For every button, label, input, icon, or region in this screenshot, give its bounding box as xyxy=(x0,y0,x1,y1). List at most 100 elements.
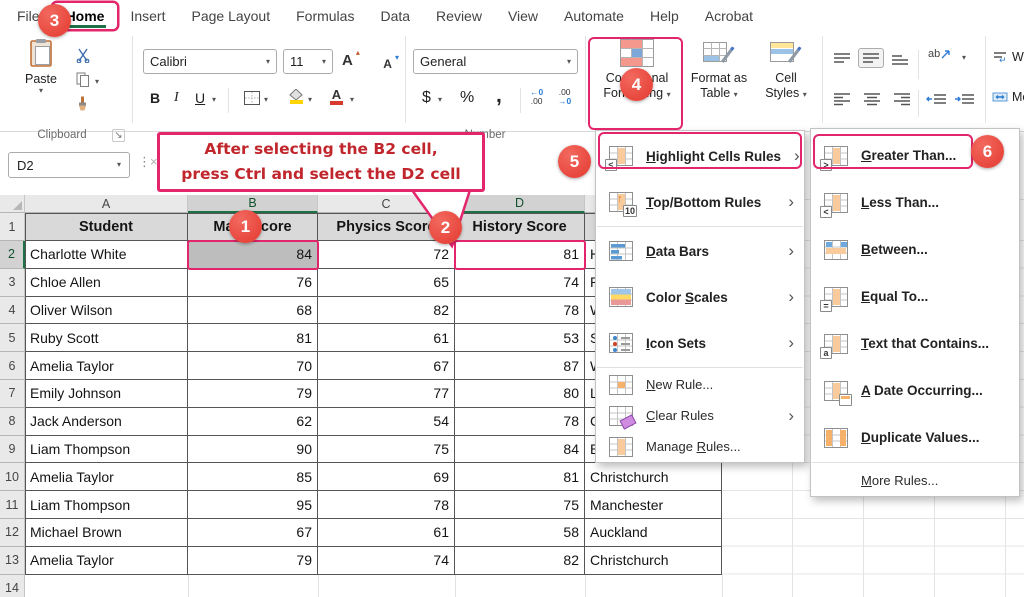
cell-D11[interactable]: 75 xyxy=(455,491,585,519)
row-header-8[interactable]: 8 xyxy=(0,408,25,436)
chevron-down-icon[interactable]: ▾ xyxy=(264,96,268,104)
tab-insert[interactable]: Insert xyxy=(117,3,178,29)
cell-D10[interactable]: 81 xyxy=(455,463,585,491)
font-name-select[interactable]: Calibri ▾ xyxy=(143,49,277,74)
cell-E10[interactable]: Christchurch xyxy=(585,463,722,491)
row-header-3[interactable]: 3 xyxy=(0,269,25,297)
menu-item-color-scales[interactable]: Color Scales› xyxy=(596,274,804,320)
format-painter-icon[interactable] xyxy=(76,96,89,112)
cell-A11[interactable]: Liam Thompson xyxy=(25,491,188,519)
middle-align-button[interactable] xyxy=(858,48,884,68)
cell-A7[interactable]: Emily Johnson xyxy=(25,380,188,408)
cell-D8[interactable]: 78 xyxy=(455,408,585,436)
grow-font-button[interactable]: A▴ xyxy=(342,52,353,69)
cell-C5[interactable]: 61 xyxy=(318,324,455,352)
row-header-1[interactable]: 1 xyxy=(0,213,25,241)
cell-A8[interactable]: Jack Anderson xyxy=(25,408,188,436)
copy-icon[interactable] xyxy=(76,72,90,88)
menu-item-icon-sets[interactable]: Icon Sets› xyxy=(596,320,804,366)
cell-C8[interactable]: 54 xyxy=(318,408,455,436)
format-as-table-button[interactable]: Format as Table ▾ xyxy=(686,39,752,101)
menu-item-a-date-occurring[interactable]: A Date Occurring... xyxy=(811,367,1019,414)
decrease-indent-button[interactable] xyxy=(926,93,948,105)
select-all-button[interactable] xyxy=(0,195,25,213)
shrink-font-button[interactable]: A▾ xyxy=(383,57,392,71)
menu-item-more-rules[interactable]: More Rules... xyxy=(811,464,1019,496)
tab-help[interactable]: Help xyxy=(637,3,692,29)
clipboard-dialog-launcher-icon[interactable]: ↘ xyxy=(112,129,125,142)
cell-C7[interactable]: 77 xyxy=(318,380,455,408)
cell-D5[interactable]: 53 xyxy=(455,324,585,352)
cell-A6[interactable]: Amelia Taylor xyxy=(25,352,188,380)
font-color-button[interactable]: A xyxy=(330,88,343,105)
row-header-7[interactable]: 7 xyxy=(0,380,25,408)
cell-E12[interactable]: Auckland xyxy=(585,519,722,547)
menu-item-new-rule[interactable]: New Rule... xyxy=(596,369,804,400)
cell-B13[interactable]: 79 xyxy=(188,547,318,575)
row-header-2[interactable]: 2 xyxy=(0,241,25,269)
cell-C6[interactable]: 67 xyxy=(318,352,455,380)
row-header-5[interactable]: 5 xyxy=(0,324,25,352)
cell-C9[interactable]: 75 xyxy=(318,436,455,464)
top-align-button[interactable] xyxy=(832,52,852,66)
increase-indent-button[interactable] xyxy=(954,93,976,105)
menu-item-data-bars[interactable]: Data Bars› xyxy=(596,228,804,274)
cell-E11[interactable]: Manchester xyxy=(585,491,722,519)
cell-A12[interactable]: Michael Brown xyxy=(25,519,188,547)
menu-item-highlight-cells-rules[interactable]: ≤Highlight Cells Rules› xyxy=(596,133,804,179)
name-box[interactable]: D2 ▾ xyxy=(8,152,130,178)
cell-D6[interactable]: 87 xyxy=(455,352,585,380)
underline-button[interactable]: U xyxy=(195,90,205,106)
row-header-13[interactable]: 13 xyxy=(0,547,25,575)
cell-C13[interactable]: 74 xyxy=(318,547,455,575)
cell-C12[interactable]: 61 xyxy=(318,519,455,547)
borders-button[interactable] xyxy=(244,91,260,105)
tab-data[interactable]: Data xyxy=(367,3,423,29)
cell-A9[interactable]: Liam Thompson xyxy=(25,436,188,464)
number-format-select[interactable]: General ▾ xyxy=(413,49,578,74)
row-header-12[interactable]: 12 xyxy=(0,519,25,547)
tab-automate[interactable]: Automate xyxy=(551,3,637,29)
row-header-11[interactable]: 11 xyxy=(0,491,25,519)
cell-C10[interactable]: 69 xyxy=(318,463,455,491)
fill-color-button[interactable] xyxy=(288,89,304,104)
menu-item-less-than[interactable]: <Less Than... xyxy=(811,179,1019,226)
cell-A3[interactable]: Chloe Allen xyxy=(25,269,188,297)
menu-item-text-that-contains[interactable]: aText that Contains... xyxy=(811,320,1019,367)
cell-B7[interactable]: 79 xyxy=(188,380,318,408)
row-header-6[interactable]: 6 xyxy=(0,352,25,380)
cell-D13[interactable]: 82 xyxy=(455,547,585,575)
cell-D9[interactable]: 84 xyxy=(455,436,585,464)
cell-D7[interactable]: 80 xyxy=(455,380,585,408)
font-size-select[interactable]: 11 ▾ xyxy=(283,49,333,74)
tab-view[interactable]: View xyxy=(495,3,551,29)
cell-B3[interactable]: 76 xyxy=(188,269,318,297)
increase-decimal-button[interactable]: ←0 .00 xyxy=(530,88,543,105)
chevron-down-icon[interactable]: ▾ xyxy=(962,54,966,62)
cell-B4[interactable]: 68 xyxy=(188,297,318,325)
cell-B8[interactable]: 62 xyxy=(188,408,318,436)
tab-formulas[interactable]: Formulas xyxy=(283,3,367,29)
italic-button[interactable]: I xyxy=(174,90,179,106)
wrap-text-button[interactable]: ↵ Wra xyxy=(992,50,1024,64)
tab-review[interactable]: Review xyxy=(423,3,495,29)
cell-B10[interactable]: 85 xyxy=(188,463,318,491)
bottom-align-button[interactable] xyxy=(890,52,910,66)
column-header-A[interactable]: A xyxy=(25,195,188,213)
row-header-9[interactable]: 9 xyxy=(0,436,25,464)
cell-A2[interactable]: Charlotte White xyxy=(25,241,188,269)
align-left-button[interactable] xyxy=(832,92,852,106)
align-right-button[interactable] xyxy=(892,92,912,106)
chevron-down-icon[interactable]: ▾ xyxy=(350,96,354,104)
bold-button[interactable]: B xyxy=(150,90,160,106)
menu-item-manage-rules[interactable]: Manage Rules... xyxy=(596,431,804,462)
chevron-down-icon[interactable]: ▾ xyxy=(95,78,99,86)
cell-A13[interactable]: Amelia Taylor xyxy=(25,547,188,575)
cell-B9[interactable]: 90 xyxy=(188,436,318,464)
column-header-B[interactable]: B xyxy=(188,195,318,213)
decrease-decimal-button[interactable]: .00 →0 xyxy=(558,88,571,105)
row-header-14[interactable]: 14 xyxy=(0,575,25,597)
cell-A5[interactable]: Ruby Scott xyxy=(25,324,188,352)
cell-styles-button[interactable]: Cell Styles ▾ xyxy=(757,39,815,101)
comma-style-button[interactable]: , xyxy=(496,84,502,108)
